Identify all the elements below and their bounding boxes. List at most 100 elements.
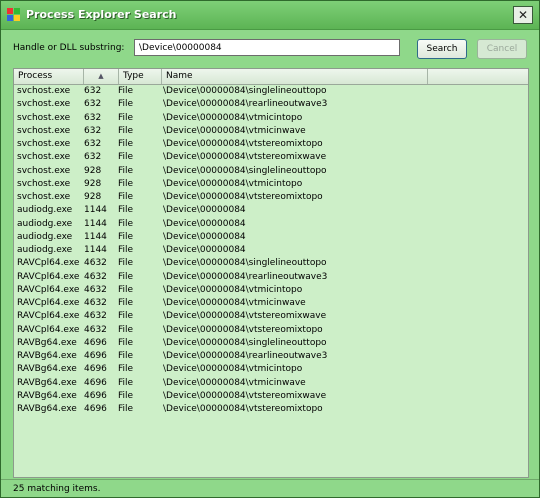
cell-type: File — [118, 218, 134, 229]
column-header-filler — [428, 69, 528, 84]
cell-process: RAVBg64.exe — [17, 351, 77, 361]
cell-pid: 1144 — [84, 205, 107, 216]
cell-type: File — [118, 351, 134, 361]
table-row[interactable]: svchost.exe 632 File \Device\00000084\singl… — [14, 85, 528, 98]
cell-pid: 4696 — [84, 351, 107, 361]
search-label: Handle or DLL substring: — [13, 43, 125, 53]
list-header: Process ▲ Type Name — [14, 69, 528, 85]
cell-process: RAVBg64.exe — [17, 364, 77, 375]
cell-type: File — [118, 298, 134, 308]
table-row[interactable]: svchost.exe 928 File \Device\00000084\vtmic… — [14, 178, 528, 191]
cell-type: File — [118, 390, 134, 401]
cell-type: File — [118, 337, 134, 348]
cell-name: \Device\00000084\rearlineoutwave3 — [163, 99, 328, 110]
cell-name: \Device\00000084\singlelineouttopo — [163, 337, 327, 348]
cell-pid: 632 — [84, 152, 102, 163]
cell-process: RAVCpl64.exe — [17, 311, 80, 322]
cell-type: File — [118, 245, 134, 255]
cell-pid: 4696 — [84, 404, 107, 414]
search-window: Process Explorer Search ✕ Handle or DLL … — [0, 0, 540, 498]
cell-type: File — [118, 311, 134, 322]
windows-flag-icon — [7, 8, 20, 21]
table-row[interactable]: RAVBg64.exe 4696 File \Device\00000084\vtst… — [14, 403, 528, 416]
cell-name: \Device\00000084\vtmicinwave — [163, 377, 306, 388]
search-button[interactable]: Search — [417, 39, 467, 59]
table-row[interactable]: RAVBg64.exe 4696 File \Device\00000084\vtst… — [14, 390, 528, 403]
table-row[interactable]: RAVCpl64.exe 4632 File \Device\00000084\vtm… — [14, 284, 528, 297]
cell-type: File — [118, 112, 134, 123]
cell-type: File — [118, 284, 134, 295]
table-row[interactable]: RAVBg64.exe 4696 File \Device\00000084\sing… — [14, 337, 528, 350]
cell-name: \Device\00000084\singlelineouttopo — [163, 165, 327, 176]
table-row[interactable]: svchost.exe 632 File \Device\00000084\vtmic… — [14, 112, 528, 125]
table-row[interactable]: RAVCpl64.exe 4632 File \Device\00000084\rea… — [14, 271, 528, 284]
column-header-process[interactable]: Process — [14, 69, 84, 84]
cell-pid: 4632 — [84, 284, 107, 295]
cell-name: \Device\00000084\vtmicintopo — [163, 284, 303, 295]
close-icon: ✕ — [517, 8, 529, 22]
table-row[interactable]: svchost.exe 632 File \Device\00000084\vtmic… — [14, 125, 528, 138]
cell-process: RAVCpl64.exe — [17, 298, 80, 308]
close-button[interactable]: ✕ — [513, 6, 533, 24]
table-row[interactable]: RAVCpl64.exe 4632 File \Device\00000084\vtm… — [14, 297, 528, 310]
cell-name: \Device\00000084\vtmicintopo — [163, 112, 303, 123]
cell-name: \Device\00000084\rearlineoutwave3 — [163, 351, 328, 361]
table-row[interactable]: audiodg.exe 1144 File \Device\00000084 — [14, 231, 528, 244]
cell-type: File — [118, 152, 134, 163]
cell-process: svchost.exe — [17, 125, 71, 136]
cell-pid: 4696 — [84, 377, 107, 388]
table-row[interactable]: audiodg.exe 1144 File \Device\00000084 — [14, 218, 528, 231]
cell-type: File — [118, 364, 134, 375]
table-row[interactable]: audiodg.exe 1144 File \Device\00000084 — [14, 204, 528, 217]
column-header-pid[interactable]: ▲ — [84, 69, 119, 84]
table-row[interactable]: svchost.exe 928 File \Device\00000084\vtste… — [14, 191, 528, 204]
cell-pid: 4632 — [84, 258, 107, 269]
cell-process: audiodg.exe — [17, 245, 73, 255]
cell-pid: 928 — [84, 178, 102, 189]
cell-pid: 4632 — [84, 311, 107, 322]
cell-name: \Device\00000084\vtmicintopo — [163, 364, 303, 375]
table-row[interactable]: RAVBg64.exe 4696 File \Device\00000084\vtmi… — [14, 363, 528, 376]
cell-type: File — [118, 205, 134, 216]
cancel-button[interactable]: Cancel — [477, 39, 527, 59]
cell-pid: 4632 — [84, 324, 107, 335]
cell-name: \Device\00000084\vtmicinwave — [163, 298, 306, 308]
cell-type: File — [118, 139, 134, 149]
column-header-type[interactable]: Type — [119, 69, 162, 84]
table-row[interactable]: RAVBg64.exe 4696 File \Device\00000084\rear… — [14, 350, 528, 363]
cell-process: audiodg.exe — [17, 218, 73, 229]
table-row[interactable]: RAVCpl64.exe 4632 File \Device\00000084\sin… — [14, 257, 528, 270]
cell-pid: 632 — [84, 139, 102, 149]
cell-process: svchost.exe — [17, 112, 71, 123]
cell-name: \Device\00000084\vtmicintopo — [163, 178, 303, 189]
cell-process: svchost.exe — [17, 165, 71, 176]
table-row[interactable]: audiodg.exe 1144 File \Device\00000084 — [14, 244, 528, 257]
title-bar[interactable]: Process Explorer Search ✕ — [1, 1, 539, 30]
search-row: Handle or DLL substring: \Device\0000008… — [1, 31, 539, 63]
table-row[interactable]: RAVCpl64.exe 4632 File \Device\00000084\vts… — [14, 310, 528, 323]
column-header-name[interactable]: Name — [162, 69, 428, 84]
cell-name: \Device\00000084\vtstereomixtopo — [163, 192, 323, 202]
cell-pid: 4632 — [84, 271, 107, 282]
list-rows: svchost.exe 632 File \Device\00000084\singl… — [14, 85, 528, 416]
cell-name: \Device\00000084\vtstereomixtopo — [163, 139, 323, 149]
cell-name: \Device\00000084\vtstereomixwave — [163, 311, 327, 322]
table-row[interactable]: svchost.exe 632 File \Device\00000084\rearl… — [14, 98, 528, 111]
status-text: 25 matching items. — [13, 484, 101, 494]
cell-name: \Device\00000084\vtstereomixwave — [163, 390, 327, 401]
cell-process: svchost.exe — [17, 86, 71, 96]
table-row[interactable]: RAVCpl64.exe 4632 File \Device\00000084\vts… — [14, 324, 528, 337]
cell-process: svchost.exe — [17, 99, 71, 110]
search-input[interactable]: \Device\00000084 — [134, 39, 400, 56]
table-row[interactable]: svchost.exe 928 File \Device\00000084\singl… — [14, 165, 528, 178]
table-row[interactable]: RAVBg64.exe 4696 File \Device\00000084\vtmi… — [14, 377, 528, 390]
cell-pid: 4696 — [84, 390, 107, 401]
cell-type: File — [118, 258, 134, 269]
results-list[interactable]: Process ▲ Type Name svchost.exe 632 File \D… — [13, 68, 529, 478]
status-bar: 25 matching items. — [1, 479, 539, 498]
table-row[interactable]: svchost.exe 632 File \Device\00000084\vtste… — [14, 151, 528, 164]
cell-name: \Device\00000084\vtstereomixwave — [163, 152, 327, 163]
cell-type: File — [118, 178, 134, 189]
cell-type: File — [118, 192, 134, 202]
table-row[interactable]: svchost.exe 632 File \Device\00000084\vtste… — [14, 138, 528, 151]
